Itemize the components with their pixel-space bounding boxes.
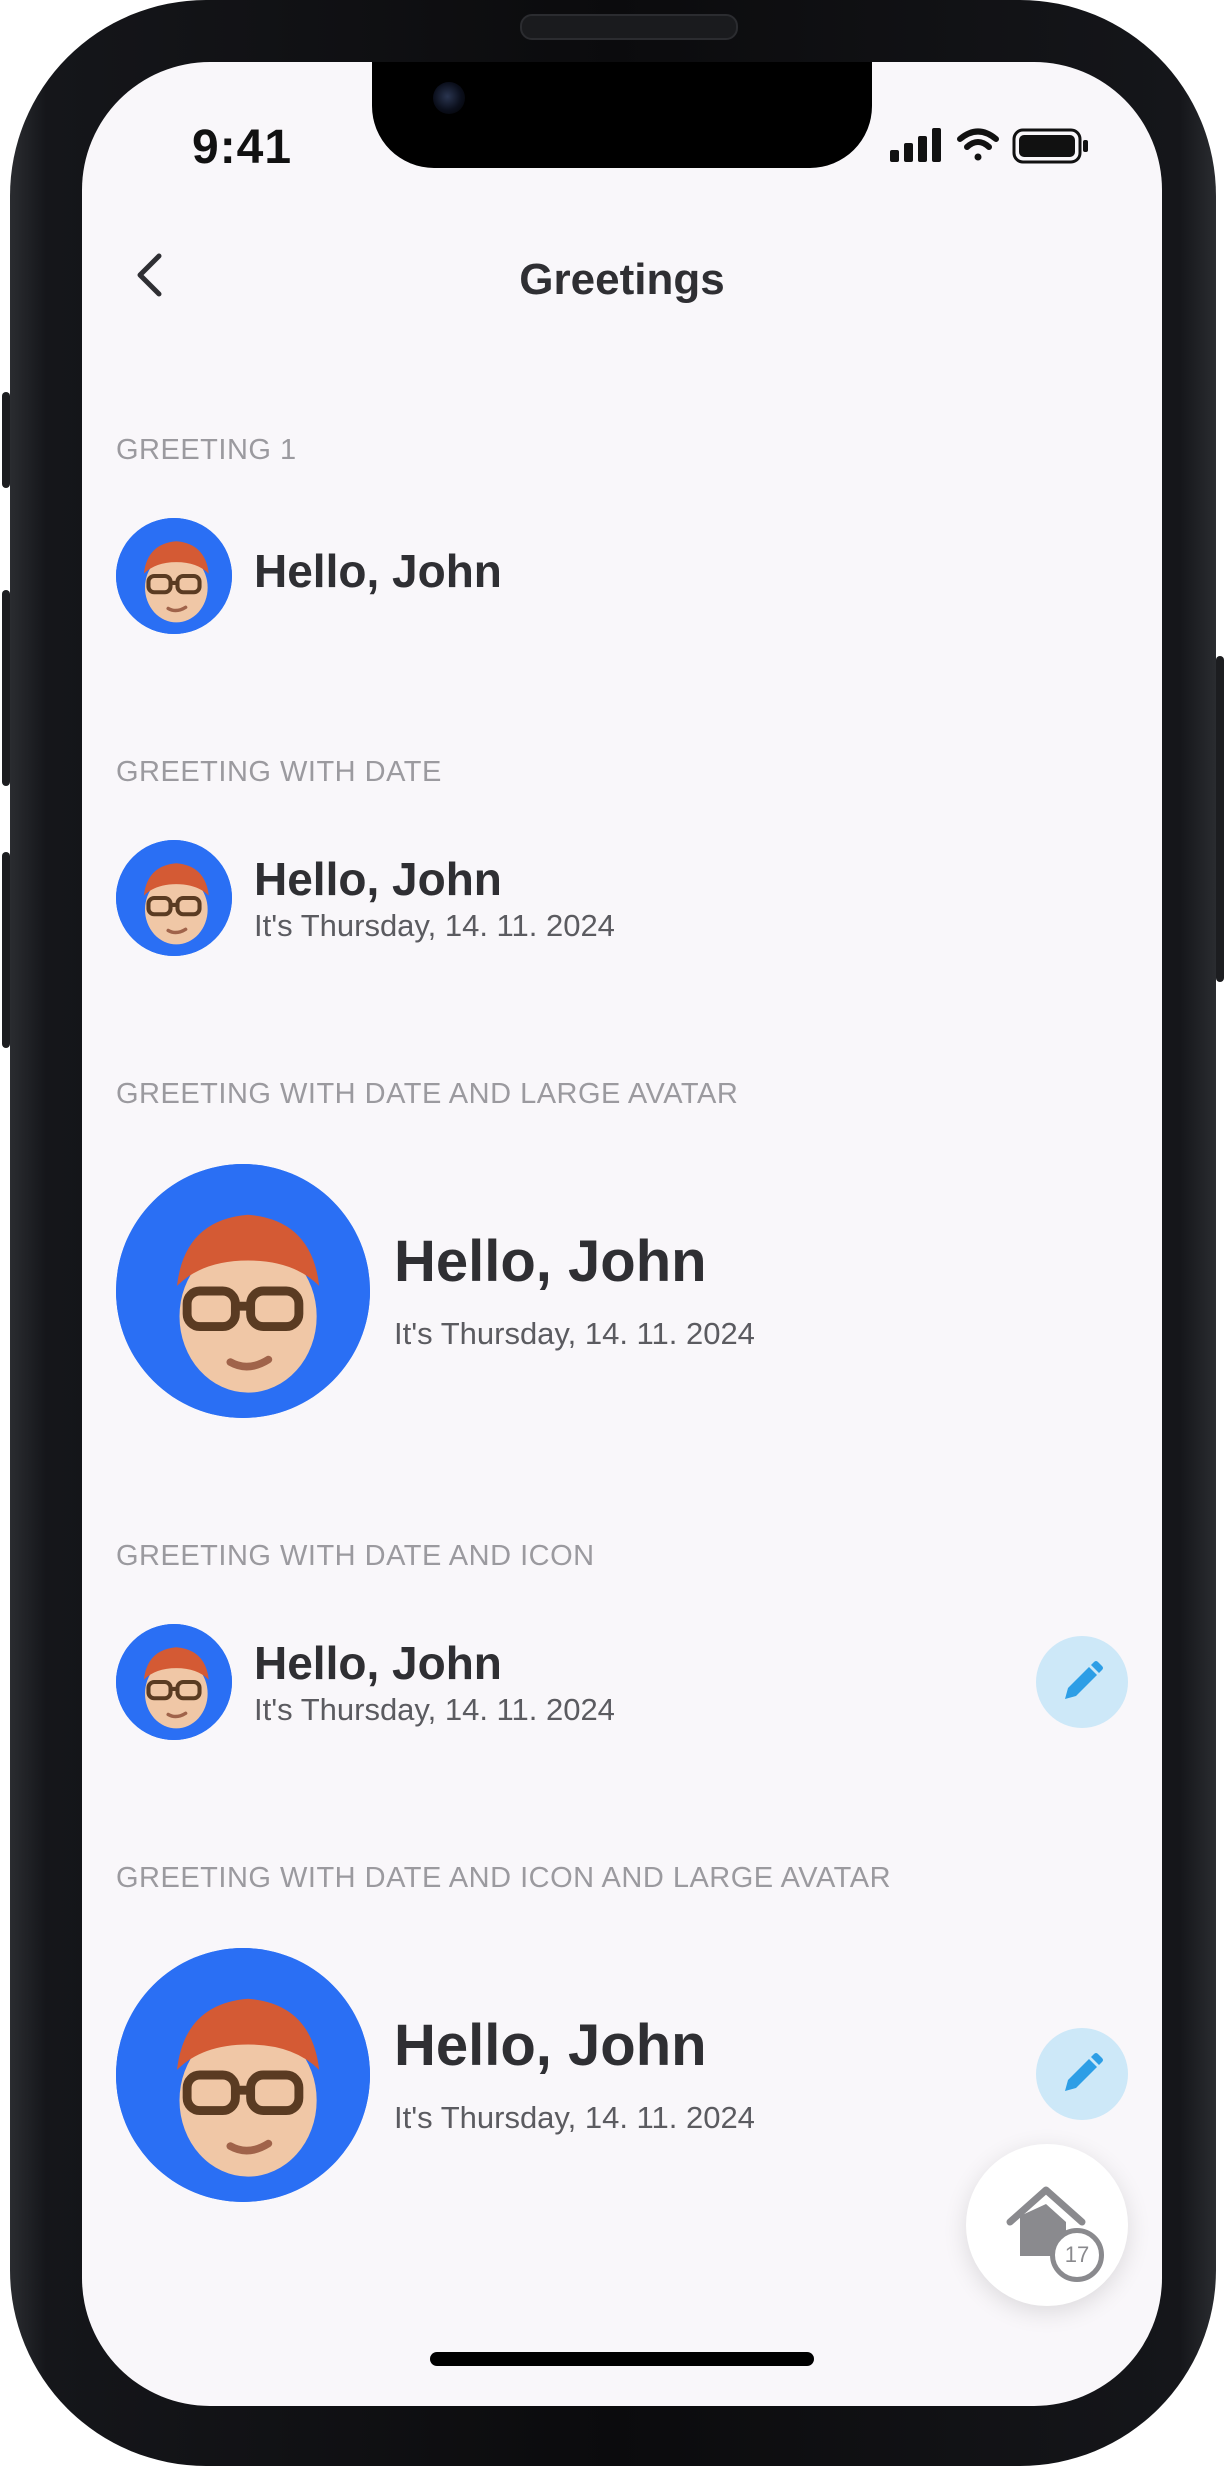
- section-label: GREETING WITH DATE AND ICON AND LARGE AV…: [116, 1862, 892, 1894]
- avatar[interactable]: [116, 840, 232, 956]
- status-icons: [890, 126, 1090, 166]
- front-camera-icon: [433, 82, 465, 114]
- greeting-date: It's Thursday, 14. 11. 2024: [254, 908, 615, 943]
- greeting-title: Hello, John: [394, 1229, 707, 1294]
- edit-button[interactable]: [1036, 2028, 1128, 2120]
- greeting-title: Hello, John: [394, 2013, 707, 2078]
- memoji-avatar-icon: [116, 518, 232, 634]
- badge-count: 17: [1050, 2228, 1104, 2282]
- earpiece-speaker: [520, 14, 738, 40]
- wifi-icon: [957, 128, 999, 161]
- home-fab-button[interactable]: 17: [966, 2144, 1128, 2306]
- cellular-signal-icon: [890, 128, 941, 162]
- pencil-icon: [1065, 1661, 1103, 1699]
- avatar[interactable]: [116, 518, 232, 634]
- memoji-avatar-icon: [116, 840, 232, 956]
- power-button: [1216, 656, 1224, 982]
- greeting-title: Hello, John: [254, 853, 502, 905]
- section-label: GREETING WITH DATE AND ICON: [116, 1540, 595, 1572]
- avatar[interactable]: [116, 1624, 232, 1740]
- home-icon: [1006, 2186, 1086, 2256]
- greeting-title: Hello, John: [254, 1637, 502, 1689]
- volume-up-button: [2, 590, 10, 786]
- edit-button[interactable]: [1036, 1636, 1128, 1728]
- volume-down-button: [2, 852, 10, 1048]
- status-time: 9:41: [192, 121, 293, 174]
- avatar-large[interactable]: [116, 1948, 370, 2202]
- notch: [372, 62, 872, 168]
- home-indicator: [430, 2352, 814, 2366]
- greeting-date: It's Thursday, 14. 11. 2024: [254, 1692, 615, 1727]
- screen: 9:41 Greetings GREETING 1 Hello, John GR…: [82, 62, 1162, 2406]
- section-label: GREETING 1: [116, 434, 297, 466]
- page-title: Greetings: [519, 255, 725, 304]
- section-label: GREETING WITH DATE AND LARGE AVATAR: [116, 1078, 739, 1110]
- avatar-large[interactable]: [116, 1164, 370, 1418]
- phone-frame: 9:41 Greetings GREETING 1 Hello, John GR…: [2, 0, 1224, 2466]
- greeting-date: It's Thursday, 14. 11. 2024: [394, 2100, 755, 2135]
- section-label: GREETING WITH DATE: [116, 756, 442, 788]
- memoji-avatar-icon: [116, 1948, 370, 2202]
- pencil-icon: [1065, 2053, 1103, 2091]
- greeting-date: It's Thursday, 14. 11. 2024: [394, 1316, 755, 1351]
- memoji-avatar-icon: [116, 1624, 232, 1740]
- memoji-avatar-icon: [116, 1164, 370, 1418]
- mute-switch: [2, 392, 10, 488]
- greeting-title: Hello, John: [254, 545, 502, 597]
- battery-icon: [1012, 128, 1088, 164]
